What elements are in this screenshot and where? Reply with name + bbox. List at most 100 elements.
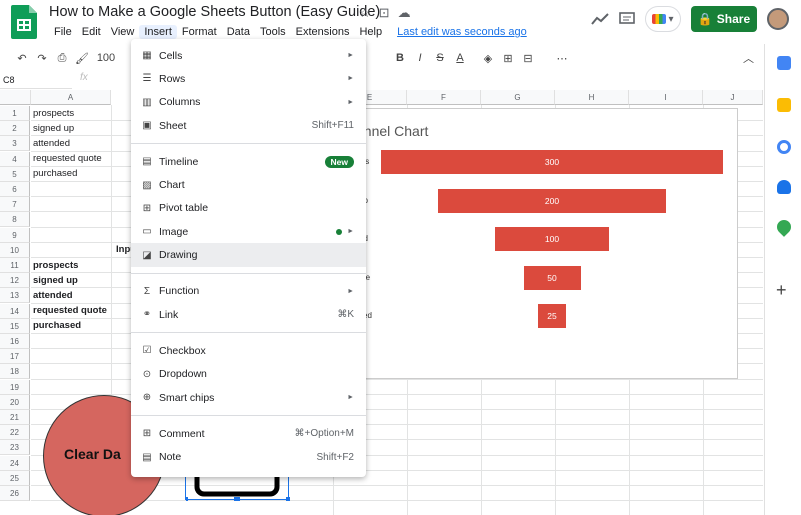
cell-a12[interactable]: signed up	[31, 273, 78, 288]
cloud-status-icon[interactable]: ☁	[398, 5, 411, 21]
cell-a11[interactable]: prospects	[31, 258, 78, 273]
fill-color-icon[interactable]: ◈	[478, 48, 498, 68]
cell-a15[interactable]: purchased	[31, 318, 81, 333]
text-color-icon[interactable]: A	[450, 48, 470, 68]
cell-a3[interactable]: attended	[31, 136, 70, 151]
column-header-a[interactable]: A	[31, 90, 111, 105]
cell-a4[interactable]: requested quote	[31, 151, 102, 166]
paint-format-icon[interactable]: 🖌	[72, 48, 92, 68]
row-header-1[interactable]: 1	[0, 106, 30, 121]
row-header-22[interactable]: 22	[0, 425, 30, 441]
menu-item-pivot-table[interactable]: ⊞ Pivot table	[131, 197, 366, 220]
row-header-25[interactable]: 25	[0, 470, 30, 486]
meet-button[interactable]: ▾	[645, 6, 681, 32]
menu-item-function[interactable]: Σ Function ►	[131, 280, 366, 303]
menu-insert[interactable]: Insert	[139, 25, 177, 39]
menu-item-comment[interactable]: ⊞ Comment ⌘+Option+M	[131, 422, 366, 445]
sheet-grid[interactable]: A E F G H I J prospects signed up attend…	[0, 90, 763, 515]
merge-cells-icon[interactable]: ⊟	[518, 48, 538, 68]
row-header-20[interactable]: 20	[0, 394, 30, 410]
menu-data[interactable]: Data	[222, 25, 255, 39]
menu-item-sheet[interactable]: ▣ Sheet Shift+F11	[131, 114, 366, 137]
row-header-14[interactable]: 14	[0, 303, 30, 319]
tasks-icon[interactable]	[777, 140, 791, 154]
column-header-g[interactable]: G	[481, 90, 555, 105]
cell-a13[interactable]: attended	[31, 288, 73, 303]
menu-help[interactable]: Help	[354, 25, 387, 39]
zoom-select[interactable]: 100	[92, 48, 120, 68]
menu-file[interactable]: File	[49, 25, 77, 39]
menu-item-dropdown[interactable]: ⊙ Dropdown	[131, 363, 366, 386]
collapse-toolbar-icon[interactable]: ︿	[743, 50, 754, 66]
redo-icon[interactable]: ↷	[32, 48, 52, 68]
column-header-f[interactable]: F	[407, 90, 481, 105]
row-header-13[interactable]: 13	[0, 288, 30, 304]
menu-extensions[interactable]: Extensions	[291, 25, 355, 39]
menu-format[interactable]: Format	[177, 25, 222, 39]
share-button[interactable]: 🔒 Share	[691, 6, 757, 32]
strikethrough-icon[interactable]: S	[430, 48, 450, 68]
row-header-18[interactable]: 18	[0, 364, 30, 380]
row-header-4[interactable]: 4	[0, 151, 30, 167]
menu-item-note[interactable]: ▤ Note Shift+F2	[131, 445, 366, 468]
row-header-3[interactable]: 3	[0, 136, 30, 152]
row-header-12[interactable]: 12	[0, 273, 30, 289]
menu-item-image[interactable]: ▭ Image ►	[131, 220, 366, 243]
menu-item-timeline[interactable]: ▤ Timeline New	[131, 150, 366, 173]
menu-item-cells[interactable]: ▦ Cells ►	[131, 44, 366, 67]
document-title[interactable]: How to Make a Google Sheets Button (Easy…	[49, 4, 380, 20]
row-header-16[interactable]: 16	[0, 334, 30, 349]
row-header-26[interactable]: 26	[0, 486, 30, 501]
bold-icon[interactable]: B	[390, 48, 410, 68]
row-header-23[interactable]: 23	[0, 440, 30, 456]
menu-item-rows[interactable]: ☰ Rows ►	[131, 67, 366, 90]
menu-view[interactable]: View	[106, 25, 140, 39]
row-header-21[interactable]: 21	[0, 410, 30, 425]
row-header-10[interactable]: 10	[0, 242, 30, 258]
italic-icon[interactable]: I	[410, 48, 430, 68]
cell-a1[interactable]: prospects	[31, 106, 74, 121]
print-icon[interactable]: ⎙	[52, 48, 72, 68]
menu-tools[interactable]: Tools	[255, 25, 291, 39]
contacts-icon[interactable]	[777, 180, 791, 194]
menu-item-chart[interactable]: ▨ Chart	[131, 173, 366, 196]
row-header-7[interactable]: 7	[0, 197, 30, 213]
menu-item-checkbox[interactable]: ☑ Checkbox	[131, 339, 366, 362]
row-header-15[interactable]: 15	[0, 318, 30, 334]
borders-icon[interactable]: ⊞	[498, 48, 518, 68]
row-header-6[interactable]: 6	[0, 182, 30, 197]
undo-icon[interactable]: ↶	[12, 48, 32, 68]
column-header-i[interactable]: I	[629, 90, 703, 105]
row-header-5[interactable]: 5	[0, 166, 30, 182]
row-header-11[interactable]: 11	[0, 258, 30, 273]
row-header-2[interactable]: 2	[0, 121, 30, 137]
select-all-corner[interactable]	[0, 90, 31, 105]
menu-item-columns[interactable]: ▥ Columns ►	[131, 91, 366, 114]
row-header-24[interactable]: 24	[0, 455, 30, 471]
column-header-h[interactable]: H	[555, 90, 629, 105]
menu-item-drawing[interactable]: ◪ Drawing	[131, 243, 366, 267]
row-header-17[interactable]: 17	[0, 349, 30, 365]
funnel-chart[interactable]: unnel Chart 300cts200up100ed50ote25sed	[340, 108, 738, 379]
comment-history-icon[interactable]	[619, 12, 635, 26]
row-header-19[interactable]: 19	[0, 379, 30, 395]
menu-item-link[interactable]: ⚭ Link ⌘K	[131, 303, 366, 326]
add-addon-icon[interactable]: +	[776, 280, 787, 301]
trend-icon[interactable]	[591, 12, 609, 26]
name-box[interactable]: C8	[0, 72, 72, 89]
menu-edit[interactable]: Edit	[77, 25, 106, 39]
cell-a14[interactable]: requested quote	[31, 303, 107, 318]
row-header-9[interactable]: 9	[0, 227, 30, 243]
calendar-icon[interactable]	[777, 56, 791, 70]
cell-a2[interactable]: signed up	[31, 121, 74, 136]
menu-item-smart-chips[interactable]: ⊕ Smart chips ►	[131, 386, 366, 409]
more-icon[interactable]: ⋯	[552, 48, 572, 68]
avatar[interactable]	[767, 8, 789, 30]
sheets-logo-icon[interactable]	[11, 5, 37, 39]
keep-icon[interactable]	[777, 98, 791, 112]
column-header-j[interactable]: J	[703, 90, 763, 105]
star-icon[interactable]: ☆	[359, 5, 371, 21]
last-edit-link[interactable]: Last edit was seconds ago	[397, 25, 527, 39]
row-header-8[interactable]: 8	[0, 212, 30, 228]
cell-a5[interactable]: purchased	[31, 166, 77, 181]
